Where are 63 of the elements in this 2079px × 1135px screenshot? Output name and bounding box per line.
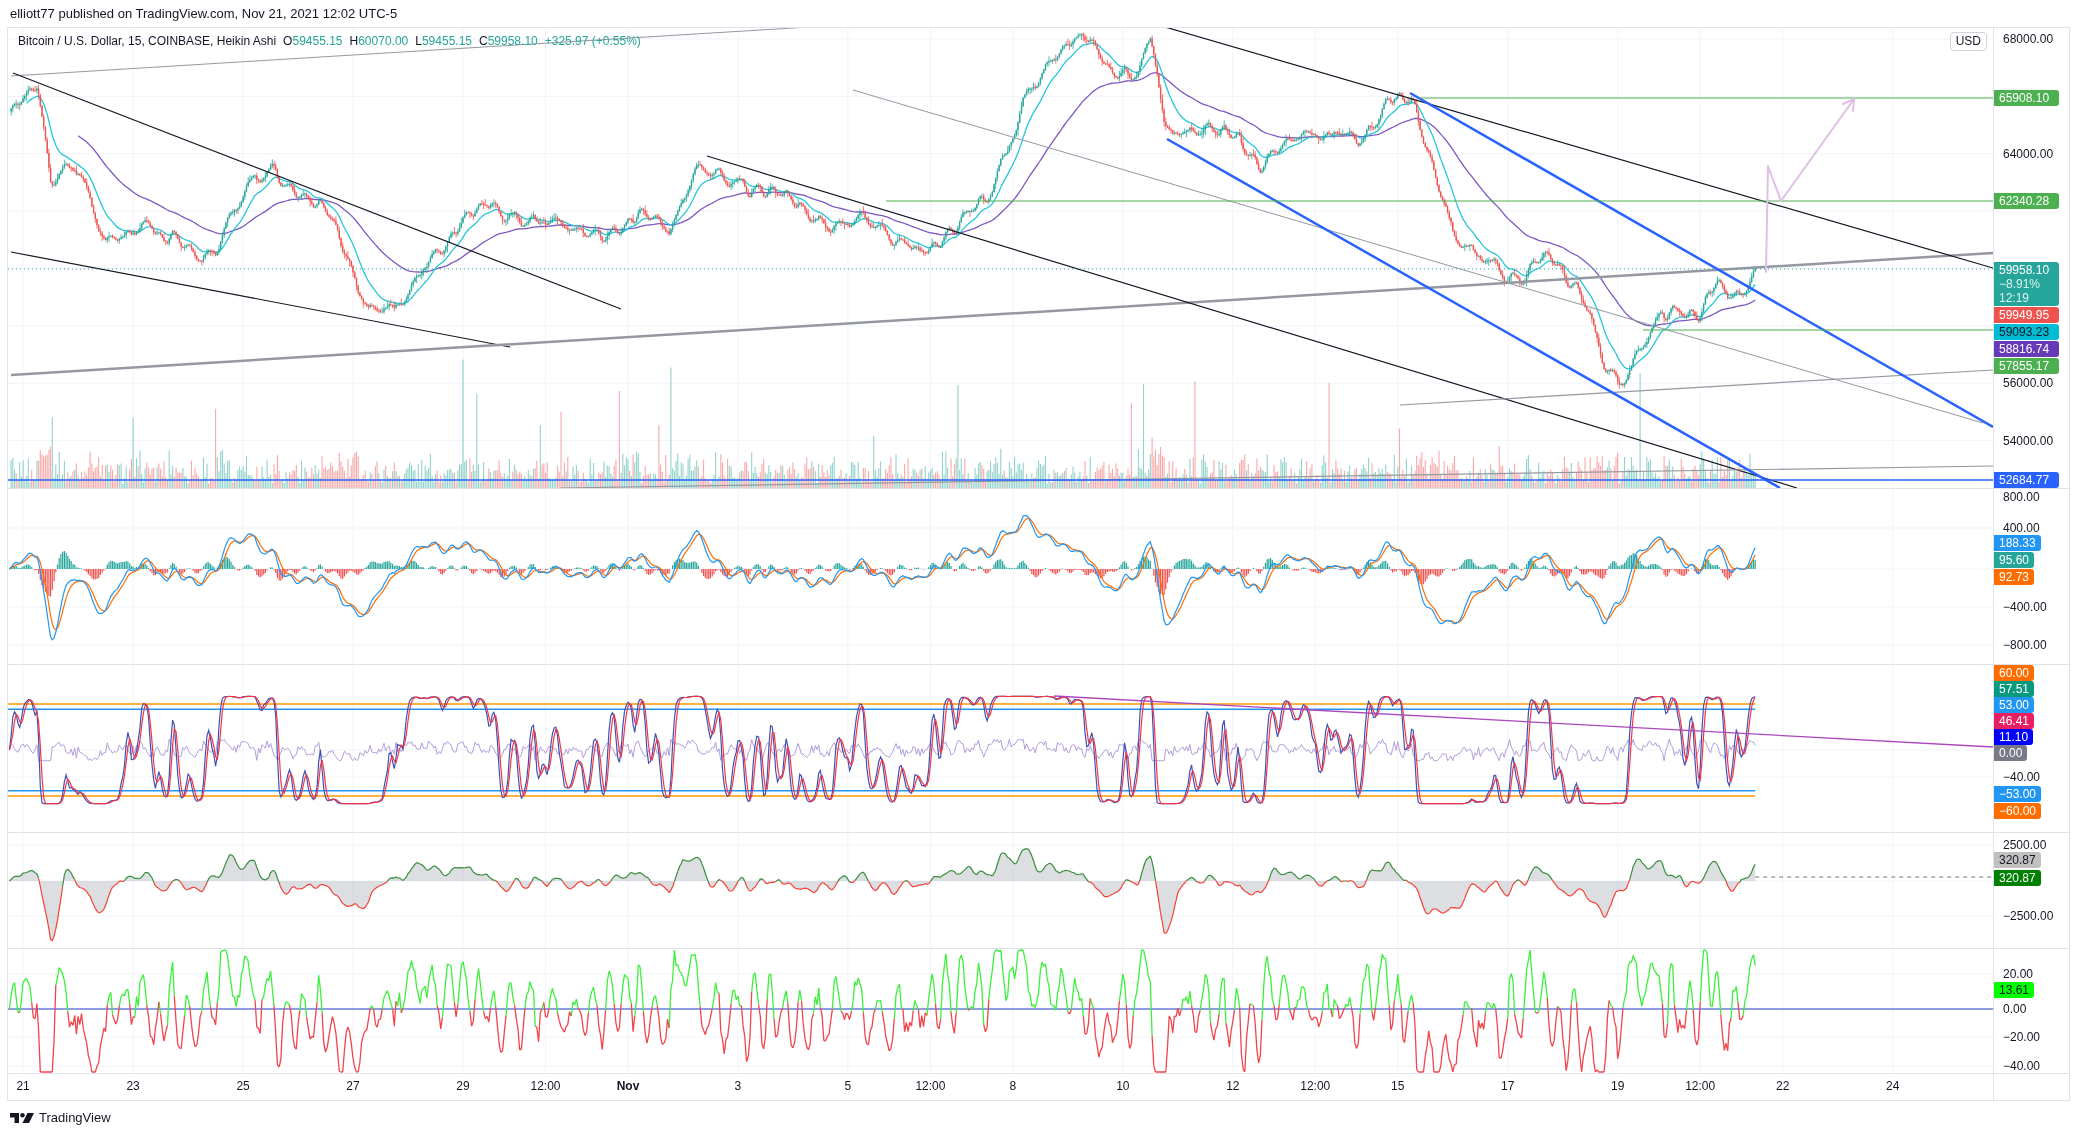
time-label: 23 [126,1079,140,1093]
axis-label: 2500.00 [2003,838,2047,852]
time-label: 29 [456,1079,470,1093]
time-label: 12:00 [530,1079,561,1093]
time-label: 10 [1116,1079,1130,1093]
time-label: 12:00 [1685,1079,1716,1093]
ohlc-value: C59958.10 [479,33,538,49]
ohlc-value: O59455.15 [283,33,343,49]
brand-name: TradingView [39,1110,111,1126]
time-label: Nov [616,1079,640,1093]
axis-label: 0.00 [2003,1002,2027,1016]
axis-label: 20.00 [2003,967,2034,981]
axis-label: −40.00 [2003,1059,2041,1073]
value-label: −60.00 [1994,803,2042,819]
price-label: 57855.17 [1994,358,2059,374]
time-label: 12 [1226,1079,1240,1093]
value-label: 320.87 [1994,870,2041,886]
axis-label: −20.00 [2003,1030,2041,1044]
change-percent: −8.91% [1999,277,2041,291]
value-label: 95.60 [1994,552,2035,568]
logo-icon [10,1112,34,1124]
time-label: 22 [1776,1079,1790,1093]
time-label: 19 [1611,1079,1625,1093]
time-label: 12:00 [915,1079,946,1093]
time-label: 21 [16,1079,30,1093]
axis-label: 56000.00 [2003,376,2054,390]
value-label: 188.33 [1994,535,2041,551]
axis-label: 54000.00 [2003,434,2054,448]
axis-label: 400.00 [2003,521,2040,535]
last-price: 59958.10 [1999,263,2050,277]
time-label: 24 [1885,1079,1900,1093]
time-label: 8 [1009,1079,1017,1093]
price-label: 52684.77 [1994,472,2059,488]
time-label: 5 [844,1079,852,1093]
axis-label: 68000.00 [2003,32,2054,46]
axis-label: 64000.00 [2003,147,2054,161]
price-label: 59093.23 [1994,324,2059,340]
axis-label: −40.00 [2003,770,2041,784]
price-label: 65908.10 [1994,90,2059,106]
axis-label: 800.00 [2003,490,2040,504]
value-label: 13.61 [1994,982,2035,998]
axis-label: −800.00 [2003,638,2047,652]
time-label: 25 [236,1079,250,1093]
price-label: 58816.74 [1994,341,2059,357]
time-label: 15 [1391,1079,1405,1093]
time-label: 17 [1501,1079,1515,1093]
time-label: 12:00 [1300,1079,1331,1093]
value-label: 92.73 [1994,569,2035,585]
time-label: 3 [734,1079,742,1093]
price-change: +325.97 (+0.55%) [544,33,641,49]
axis-label: −400.00 [2003,600,2047,614]
ohlc-value: L59455.15 [415,33,472,49]
time-label: 27 [346,1079,360,1093]
publish-info: elliott77 published on TradingView.com, Nov 21, 2021 12:02 UTC-5 [10,5,398,22]
price-label: 59949.95 [1994,307,2059,323]
value-label: 320.87 [1994,852,2041,868]
value-label: −53.00 [1994,786,2042,802]
currency-button[interactable]: USD [1949,32,1987,51]
axis-label: −2500.00 [2003,909,2054,923]
price-label: 62340.28 [1994,193,2059,209]
countdown-timer: 12:19 [1999,291,2030,305]
symbol-title: Bitcoin / U.S. Dollar, 15, COINBASE, Heikin Ashi [18,33,277,49]
ohlc-value: H60070.00 [349,33,409,49]
